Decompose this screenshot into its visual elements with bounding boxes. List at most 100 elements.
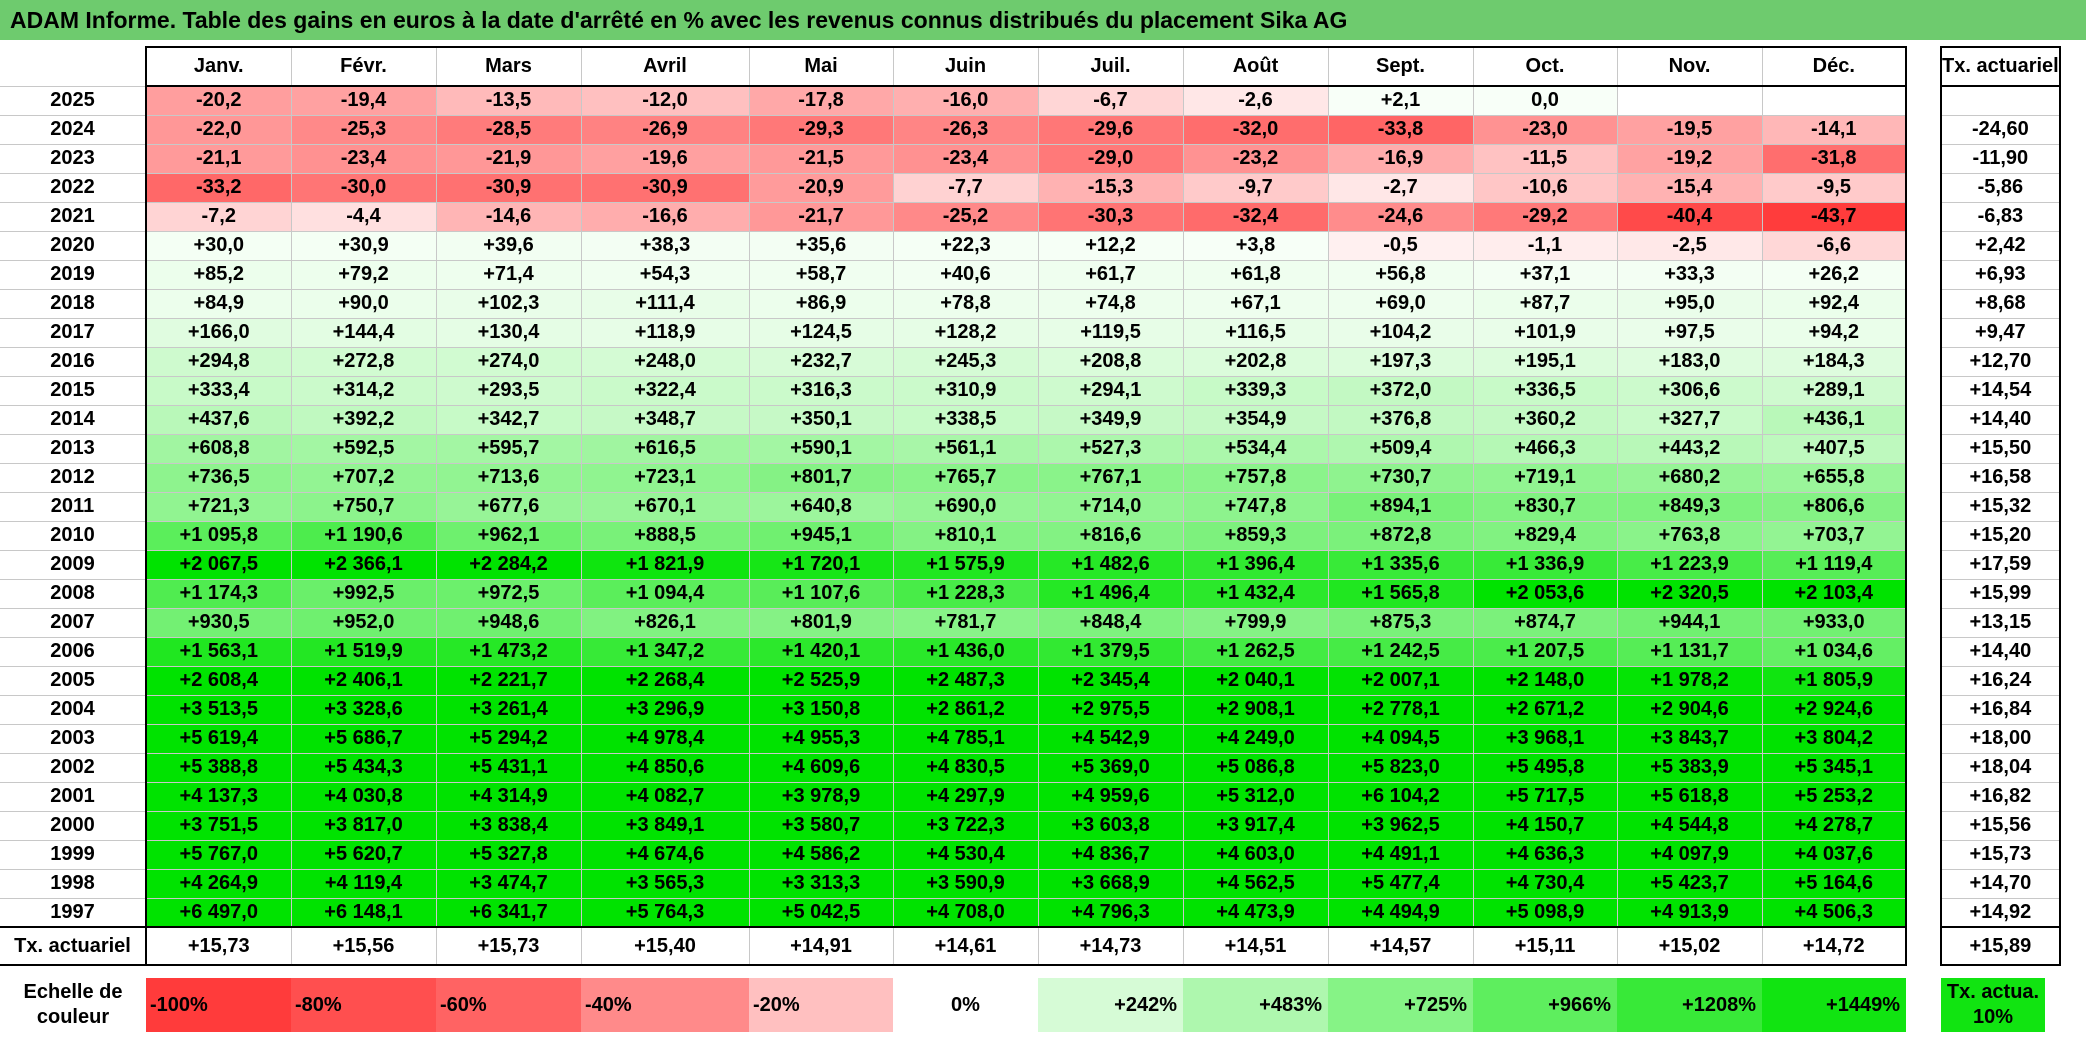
gain-cell: +799,9 xyxy=(1182,607,1329,638)
gain-cell: +5 686,7 xyxy=(290,723,437,754)
month-header: Févr. xyxy=(290,46,437,87)
gain-cell: +3 580,7 xyxy=(748,810,894,841)
gain-cell: +2 345,4 xyxy=(1037,665,1184,696)
totals-cell: +14,51 xyxy=(1182,926,1329,966)
row-year: 2024 xyxy=(0,114,147,145)
gain-cell: +5 345,1 xyxy=(1761,752,1907,783)
gain-cell: -21,1 xyxy=(145,143,292,174)
corner-cell xyxy=(0,47,146,86)
gain-cell: -15,3 xyxy=(1037,172,1184,203)
spacer xyxy=(1906,840,1941,869)
table-row: 2006 +1 563,1 +1 519,9 +1 473,2 +1 347,2 +1 4… xyxy=(0,636,2061,667)
gain-cell: +4 542,9 xyxy=(1037,723,1184,754)
table-row: 2001 +4 137,3 +4 030,8 +4 314,9 +4 082,7 +3 9… xyxy=(0,781,2061,812)
gain-cell: +1 565,8 xyxy=(1327,578,1474,609)
gain-cell: +202,8 xyxy=(1182,346,1329,377)
gain-cell: -25,2 xyxy=(892,201,1039,232)
gain-cell: +4 913,9 xyxy=(1616,897,1763,928)
gain-cell: +930,5 xyxy=(145,607,292,638)
gain-cell: +74,8 xyxy=(1037,288,1184,319)
gain-cell: -33,8 xyxy=(1327,114,1474,145)
gain-cell: +1 131,7 xyxy=(1616,636,1763,667)
month-header: Sept. xyxy=(1327,46,1474,87)
totals-actuarial: +15,89 xyxy=(1940,926,2061,966)
gain-cell: +392,2 xyxy=(290,404,437,435)
table-row: 2021 -7,2 -4,4 -14,6 -16,6 -21,7 -25,2 -30,3 -32… xyxy=(0,201,2061,232)
table-row: 2011 +721,3 +750,7 +677,6 +670,1 +640,8 +690,0… xyxy=(0,491,2061,522)
gain-cell: +4 119,4 xyxy=(290,868,437,899)
gain-cell: -12,0 xyxy=(580,85,750,116)
gain-cell: +1 496,4 xyxy=(1037,578,1184,609)
gain-cell: +5 327,8 xyxy=(435,839,582,870)
gain-cell: +2 671,2 xyxy=(1472,694,1618,725)
spacer xyxy=(1906,376,1941,405)
gain-cell: +2 366,1 xyxy=(290,549,437,580)
gain-cell: +195,1 xyxy=(1472,346,1618,377)
totals-label: Tx. actuariel xyxy=(0,926,147,966)
gain-cell: -29,3 xyxy=(748,114,894,145)
totals-cell: +15,02 xyxy=(1616,926,1763,966)
gain-cell: +1 821,9 xyxy=(580,549,750,580)
gain-cell: +781,7 xyxy=(892,607,1039,638)
month-header: Janv. xyxy=(145,46,292,87)
table-row: 1997 +6 497,0 +6 148,1 +6 341,7 +5 764,3 +5 0… xyxy=(0,897,2061,928)
gain-cell: +4 544,8 xyxy=(1616,810,1763,841)
gain-cell: -19,2 xyxy=(1616,143,1763,174)
row-actuarial: -5,86 xyxy=(1940,172,2061,203)
gain-cell: +350,1 xyxy=(748,404,894,435)
month-header: Juin xyxy=(892,46,1039,87)
row-year: 2000 xyxy=(0,810,147,841)
gain-cell: +888,5 xyxy=(580,520,750,551)
row-year: 2019 xyxy=(0,259,147,290)
spacer xyxy=(1906,753,1941,782)
gain-cell: -23,4 xyxy=(290,143,437,174)
gain-cell: +3 804,2 xyxy=(1761,723,1907,754)
gain-cell: +992,5 xyxy=(290,578,437,609)
month-header: Mars xyxy=(435,46,582,87)
row-year: 2018 xyxy=(0,288,147,319)
gain-cell: -20,9 xyxy=(748,172,894,203)
gain-cell: +183,0 xyxy=(1616,346,1763,377)
spacer xyxy=(1906,231,1941,260)
gain-cell: +4 082,7 xyxy=(580,781,750,812)
gain-cell: +944,1 xyxy=(1616,607,1763,638)
spacer xyxy=(1906,978,1941,1032)
row-year: 1999 xyxy=(0,839,147,870)
gain-cell: -2,5 xyxy=(1616,230,1763,261)
gain-cell: +933,0 xyxy=(1761,607,1907,638)
row-year: 2009 xyxy=(0,549,147,580)
gain-cell: +4 836,7 xyxy=(1037,839,1184,870)
row-actuarial: +14,40 xyxy=(1940,636,2061,667)
gain-cell: +4 314,9 xyxy=(435,781,582,812)
gain-cell: +1 563,1 xyxy=(145,636,292,667)
spacer xyxy=(1906,550,1941,579)
gain-cell: -9,5 xyxy=(1761,172,1907,203)
row-actuarial: +15,99 xyxy=(1940,578,2061,609)
row-year: 2001 xyxy=(0,781,147,812)
gain-cell: -30,9 xyxy=(435,172,582,203)
gain-cell: +4 150,7 xyxy=(1472,810,1618,841)
gain-cell: +3 849,1 xyxy=(580,810,750,841)
gain-cell: +894,1 xyxy=(1327,491,1474,522)
row-year: 2012 xyxy=(0,462,147,493)
color-scale-swatch: -20% xyxy=(749,978,893,1032)
gain-cell: +677,6 xyxy=(435,491,582,522)
color-scale-swatch: 0% xyxy=(893,978,1038,1032)
gain-cell: +232,7 xyxy=(748,346,894,377)
gain-cell: -30,9 xyxy=(580,172,750,203)
gain-cell: +1 482,6 xyxy=(1037,549,1184,580)
gain-cell: -32,0 xyxy=(1182,114,1329,145)
table-row: 2023 -21,1 -23,4 -21,9 -19,6 -21,5 -23,4 -29,0-… xyxy=(0,143,2061,174)
gain-cell: +293,5 xyxy=(435,375,582,406)
gain-cell: +274,0 xyxy=(435,346,582,377)
row-actuarial: +14,40 xyxy=(1940,404,2061,435)
gain-cell: +336,5 xyxy=(1472,375,1618,406)
table-row: 2019 +85,2 +79,2 +71,4 +54,3 +58,7 +40,6 +61,7 +… xyxy=(0,259,2061,290)
gain-cell: +830,7 xyxy=(1472,491,1618,522)
gain-cell: +61,7 xyxy=(1037,259,1184,290)
gain-cell: +1 978,2 xyxy=(1616,665,1763,696)
gain-cell: +466,3 xyxy=(1472,433,1618,464)
gain-cell: +826,1 xyxy=(580,607,750,638)
row-actuarial: +9,47 xyxy=(1940,317,2061,348)
gain-cell: +102,3 xyxy=(435,288,582,319)
